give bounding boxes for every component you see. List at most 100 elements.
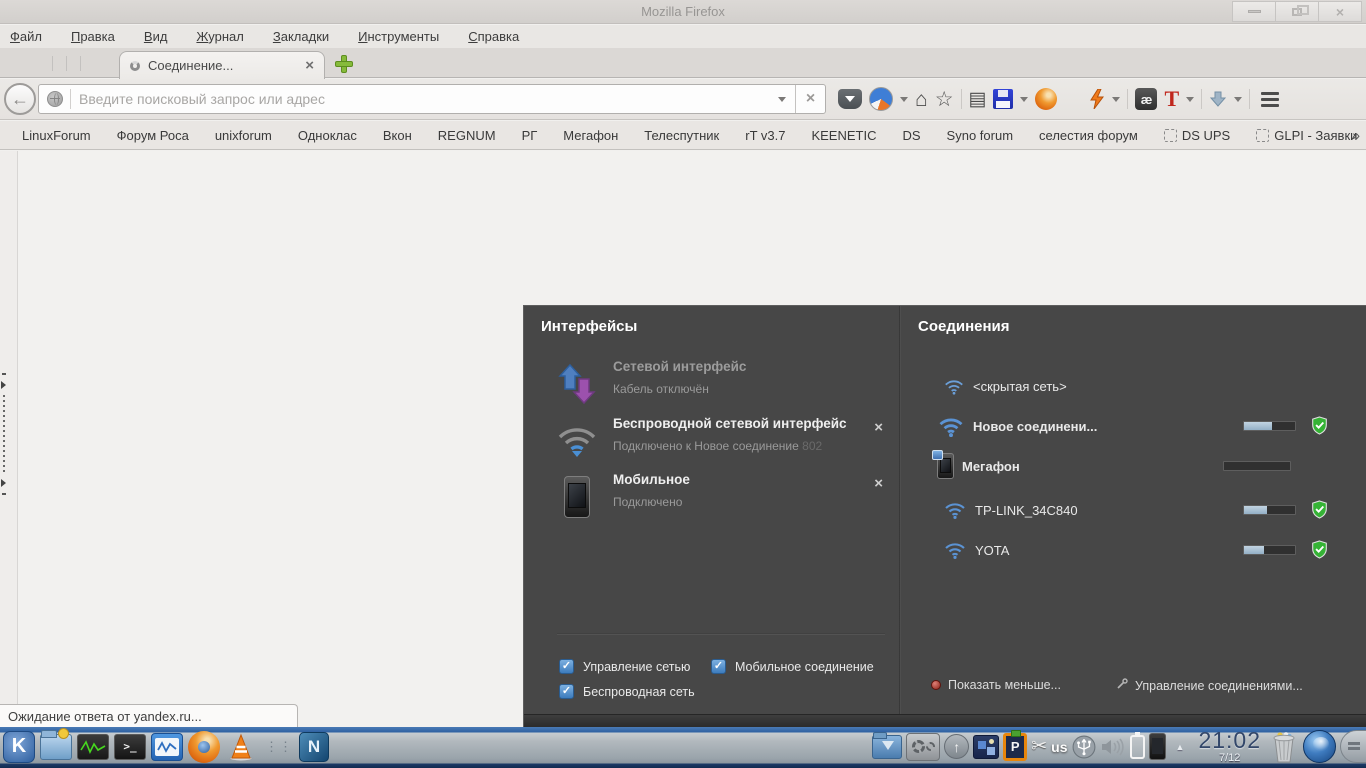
netbeans-launcher[interactable]: N: [297, 730, 331, 764]
bookmark-syno-forum[interactable]: Syno forum: [947, 128, 1013, 143]
phone-tray-icon[interactable]: [1148, 730, 1166, 764]
klipper-tray-icon[interactable]: ✂: [1031, 730, 1047, 764]
connection-hidden-network[interactable]: <скрытая сеть>: [901, 368, 1366, 404]
flashgot-button[interactable]: [1089, 89, 1105, 109]
bookmarks-overflow-button[interactable]: »: [1352, 127, 1360, 143]
folder-icon: [40, 727, 72, 760]
bookmark-celestia-forum[interactable]: селестия форум: [1039, 128, 1138, 143]
menu-bookmarks[interactable]: Закладки: [273, 29, 329, 44]
sidebar-splitter[interactable]: [0, 151, 18, 727]
back-button[interactable]: ←: [4, 83, 36, 115]
kde-menu-button[interactable]: K: [2, 730, 36, 764]
menu-history[interactable]: Журнал: [196, 29, 243, 44]
tab-close-icon[interactable]: ×: [305, 58, 314, 73]
save-dropdown-icon[interactable]: [1020, 96, 1029, 102]
ksysguard-launcher[interactable]: [150, 730, 184, 764]
bookmark-odnoklas[interactable]: Одноклас: [298, 128, 357, 143]
url-bar[interactable]: ×: [38, 84, 826, 114]
bookmark-rt[interactable]: rT v3.7: [745, 128, 785, 143]
bookmark-star-button[interactable]: ☆: [935, 89, 954, 110]
plugins-tray-icon[interactable]: [973, 730, 1000, 764]
interfaces-title: Интерфейсы: [541, 318, 638, 335]
bookmark-unixforum[interactable]: unixforum: [215, 128, 272, 143]
clipboard-button[interactable]: ▤: [969, 90, 987, 109]
text-tool-button[interactable]: T: [1164, 88, 1179, 110]
clock-widget[interactable]: 21:02 7/12: [1198, 729, 1261, 764]
new-tab-button[interactable]: [334, 54, 354, 74]
download-dropdown-icon[interactable]: [1234, 96, 1243, 102]
save-button[interactable]: [993, 89, 1014, 109]
connection-tplink[interactable]: TP-LINK_34C840: [901, 492, 1366, 528]
connection-yota[interactable]: YOTA: [901, 532, 1366, 568]
bookmark-ds[interactable]: DS: [902, 128, 920, 143]
interface-title: Мобильное: [613, 472, 690, 487]
bookmark-linuxforum[interactable]: LinuxForum: [22, 128, 91, 143]
stop-button[interactable]: ×: [795, 85, 825, 113]
connection-new[interactable]: Новое соединени...: [901, 408, 1366, 444]
splitter-handle[interactable]: [1, 373, 7, 495]
firefox-extension-button[interactable]: [1035, 88, 1058, 110]
download-button[interactable]: [1209, 90, 1227, 108]
interface-wired[interactable]: Сетевой интерфейс Кабель отключён: [524, 356, 899, 412]
minimize-button[interactable]: [1232, 1, 1276, 22]
bookmark-keenetic[interactable]: KEENETIC: [811, 128, 876, 143]
checkbox-wireless[interactable]: ✓ Беспроводная сеть: [559, 679, 891, 704]
upload-tray-icon[interactable]: ↑: [944, 730, 970, 764]
bookmark-vkon[interactable]: Вкон: [383, 128, 412, 143]
terminal-launcher[interactable]: >_: [113, 730, 147, 764]
panel-cashew-button[interactable]: [1340, 730, 1366, 763]
bookmark-glpi[interactable]: GLPI - Заявки: [1256, 128, 1357, 143]
system-monitor-launcher[interactable]: [76, 730, 110, 764]
home-button[interactable]: ⌂: [915, 89, 928, 110]
updates-tray-icon[interactable]: [906, 730, 941, 764]
kde-wallet-orb[interactable]: [1303, 730, 1336, 764]
translate-button[interactable]: æ: [1135, 88, 1158, 110]
close-button[interactable]: ×: [1318, 1, 1362, 22]
checkbox-mobile[interactable]: ✓ Мобильное соединение: [711, 654, 874, 679]
file-manager-launcher[interactable]: [39, 727, 73, 764]
clipboard-manager-tray-icon[interactable]: P: [1003, 729, 1028, 764]
menu-tools[interactable]: Инструменты: [358, 29, 439, 44]
bookmark-forum-rosa[interactable]: Форум Роса: [117, 128, 189, 143]
disconnect-close-icon[interactable]: ×: [874, 419, 883, 436]
keyboard-layout-indicator[interactable]: us: [1051, 730, 1067, 764]
menu-hamburger-button[interactable]: [1261, 91, 1280, 107]
checkbox-networking[interactable]: ✓ Управление сетью: [559, 654, 711, 679]
battery-tray-icon[interactable]: [1129, 730, 1145, 764]
usb-tray-icon[interactable]: [1072, 730, 1096, 764]
url-input[interactable]: [71, 91, 769, 107]
show-less-link[interactable]: Показать меньше...: [931, 678, 1061, 692]
volume-tray-icon[interactable]: [1100, 730, 1126, 764]
interface-mobile[interactable]: Мобильное Подключено ×: [524, 469, 899, 525]
bookmark-rg[interactable]: РГ: [522, 128, 538, 143]
interface-subtitle: Кабель отключён: [613, 382, 709, 396]
bookmark-ds-ups[interactable]: DS UPS: [1163, 128, 1230, 143]
interface-wireless[interactable]: Беспроводной сетевой интерфейс Подключен…: [524, 413, 899, 469]
bookmark-megafon[interactable]: Мегафон: [563, 128, 618, 143]
tray-expander-button[interactable]: ▲: [1176, 742, 1185, 752]
menu-file[interactable]: Файл: [10, 29, 42, 44]
downloads-tray-icon[interactable]: [872, 730, 903, 764]
bookmark-telesputnik[interactable]: Телеспутник: [644, 128, 719, 143]
firefox-launcher[interactable]: [187, 730, 221, 764]
vlc-launcher[interactable]: [224, 730, 258, 764]
flashgot-dropdown-icon[interactable]: [1112, 96, 1121, 102]
text-tool-dropdown-icon[interactable]: [1186, 96, 1195, 102]
tab-active[interactable]: Соединение... ×: [119, 51, 325, 79]
bookmark-regnum[interactable]: REGNUM: [438, 128, 496, 143]
extension-button[interactable]: [869, 87, 893, 111]
menu-edit[interactable]: Правка: [71, 29, 115, 44]
connection-megafon[interactable]: Мегафон: [901, 448, 1366, 484]
menu-help[interactable]: Справка: [468, 29, 519, 44]
menu-view[interactable]: Вид: [144, 29, 168, 44]
disconnect-close-icon[interactable]: ×: [874, 475, 883, 492]
trash-widget[interactable]: [1269, 730, 1299, 764]
network-toggles: ✓ Управление сетью ✓ Мобильное соединени…: [559, 654, 891, 704]
manage-connections-link[interactable]: Управление соединениями...: [1116, 678, 1303, 693]
extension-dropdown-icon[interactable]: [900, 96, 908, 102]
connections-actions: Показать меньше... Управление соединения…: [901, 678, 1366, 704]
url-dropdown-icon[interactable]: [778, 96, 786, 102]
pocket-button[interactable]: [838, 89, 862, 109]
maximize-button[interactable]: [1275, 1, 1319, 22]
mobile-phone-icon: [554, 469, 600, 525]
